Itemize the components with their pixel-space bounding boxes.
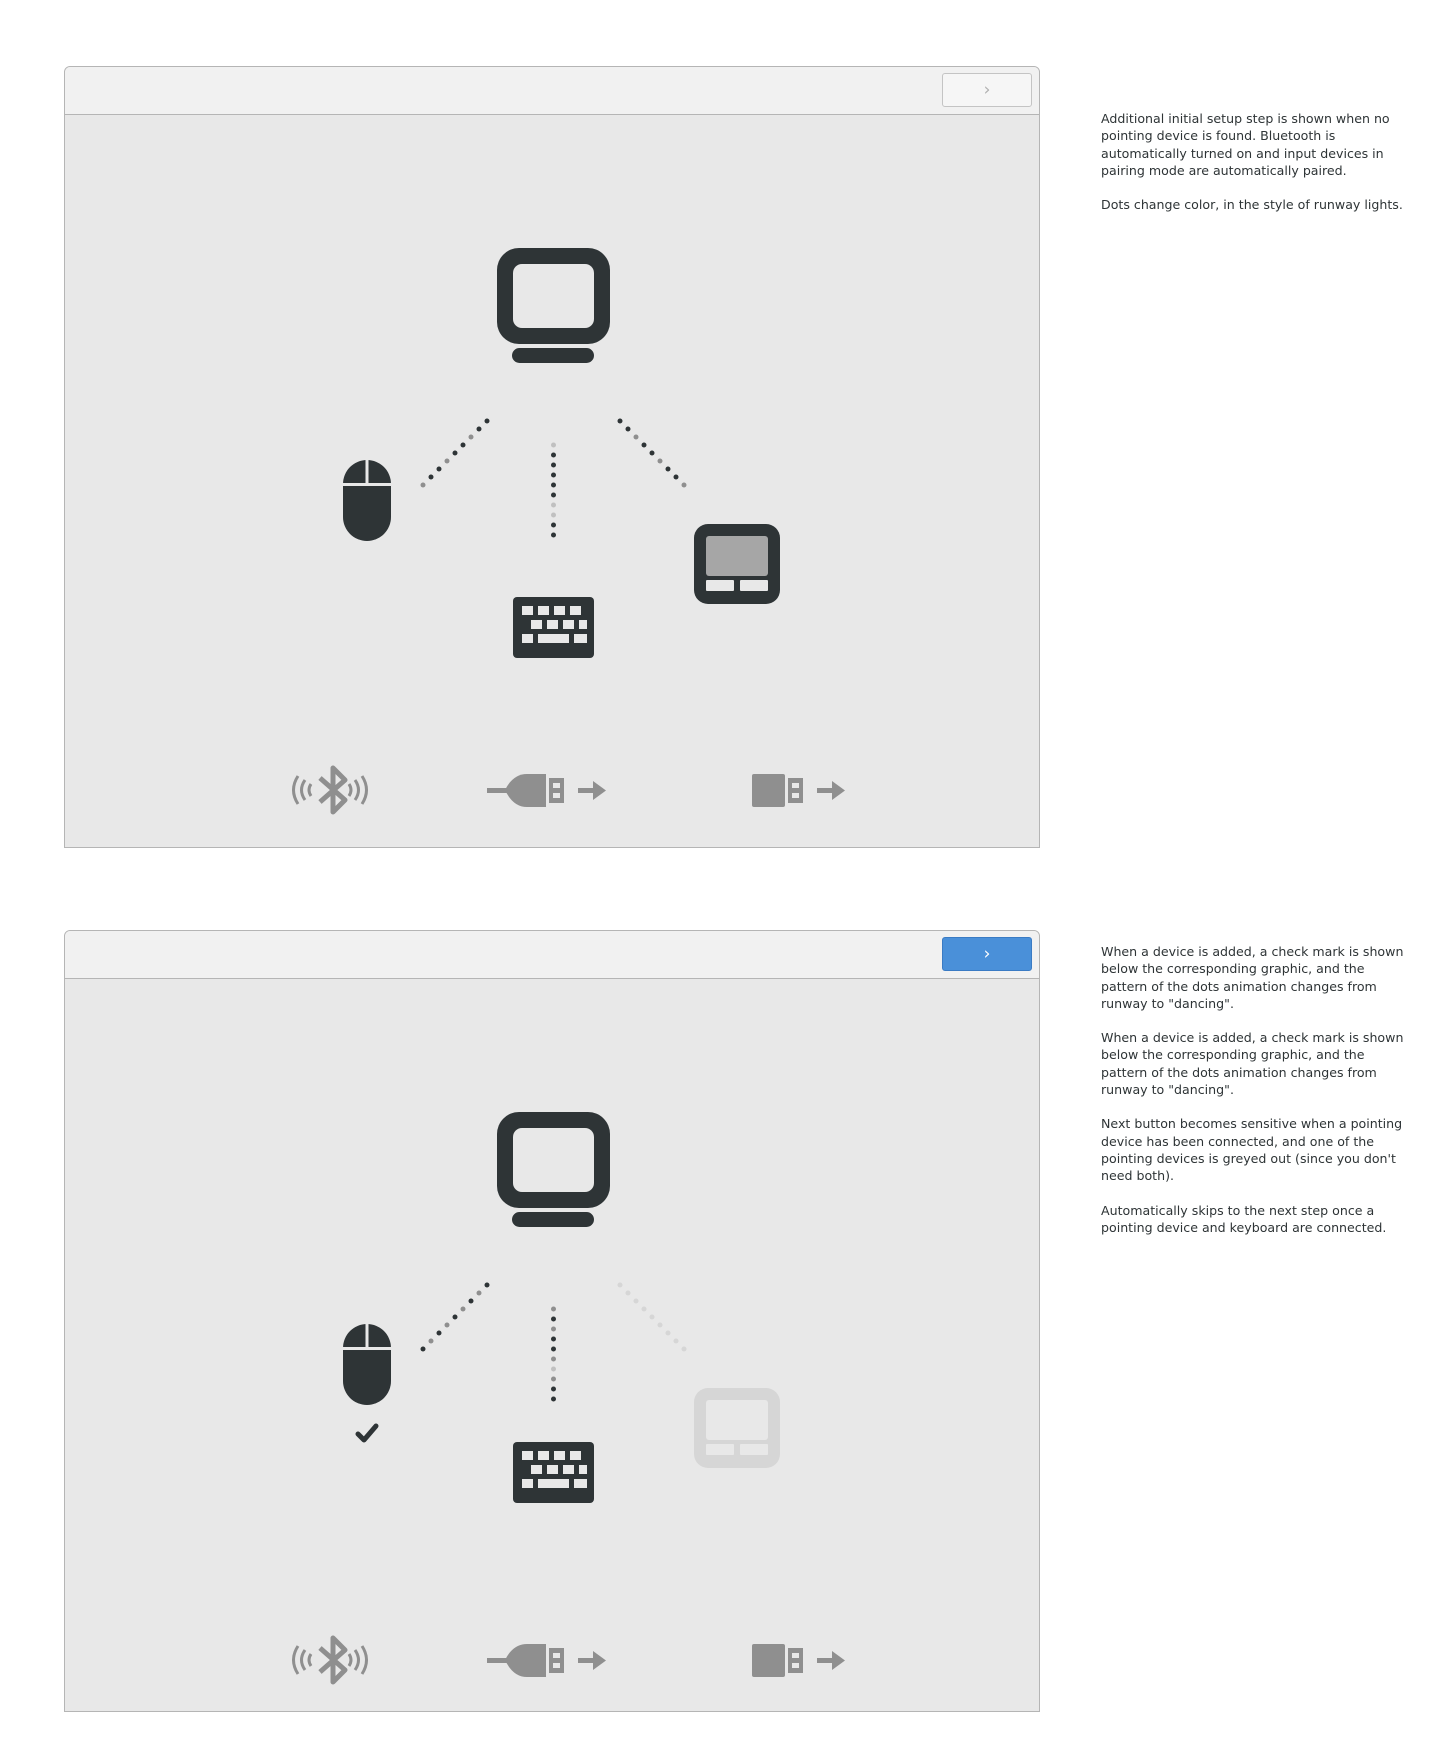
dots-keyboard-link <box>551 442 556 538</box>
next-button[interactable]: › <box>942 73 1032 107</box>
next-button[interactable]: › <box>942 937 1032 971</box>
touchpad-icon <box>694 524 780 604</box>
usb-dongle-icon <box>752 1644 845 1677</box>
annotation-text: When a device is added, a check mark is … <box>1101 944 1404 1011</box>
setup-window-device-added: › <box>64 930 1040 1712</box>
computer-icon <box>497 248 610 363</box>
annotation-text: Additional initial setup step is shown w… <box>1101 111 1390 178</box>
keyboard-icon <box>513 1442 594 1503</box>
touchpad-icon-greyed <box>694 1388 780 1468</box>
header-bar: › <box>65 67 1039 115</box>
mouse-icon <box>343 459 391 541</box>
bluetooth-icon <box>292 1635 368 1685</box>
annotations-device-added: When a device is added, a check mark is … <box>1101 943 1406 1253</box>
annotation-text: Dots change color, in the style of runwa… <box>1101 197 1403 213</box>
usb-cable-icon <box>487 774 606 807</box>
device-illustration <box>65 978 1039 1711</box>
header-bar: › <box>65 931 1039 979</box>
annotation-text: Next button becomes sensitive when a poi… <box>1101 1116 1403 1184</box>
dots-mouse-link <box>420 1282 490 1352</box>
annotation-text: When a device is added, a check mark is … <box>1101 1030 1404 1098</box>
dots-touchpad-link <box>617 418 687 488</box>
dots-mouse-link <box>420 418 490 488</box>
bluetooth-icon <box>292 765 368 815</box>
dots-touchpad-link <box>617 1282 687 1352</box>
computer-icon <box>497 1112 610 1227</box>
device-illustration <box>65 114 1039 847</box>
check-mark-icon <box>355 1423 379 1443</box>
dots-keyboard-link <box>551 1306 556 1402</box>
setup-window-initial: › <box>64 66 1040 848</box>
keyboard-icon <box>513 597 594 658</box>
device-illustration-svg <box>292 1112 845 1685</box>
usb-dongle-icon <box>752 774 845 807</box>
annotations-initial: Additional initial setup step is shown w… <box>1101 110 1406 230</box>
device-illustration-svg <box>292 248 845 815</box>
mouse-icon <box>343 1323 391 1405</box>
annotation-text: Automatically skips to the next step onc… <box>1101 1202 1387 1235</box>
usb-cable-icon <box>487 1644 606 1677</box>
